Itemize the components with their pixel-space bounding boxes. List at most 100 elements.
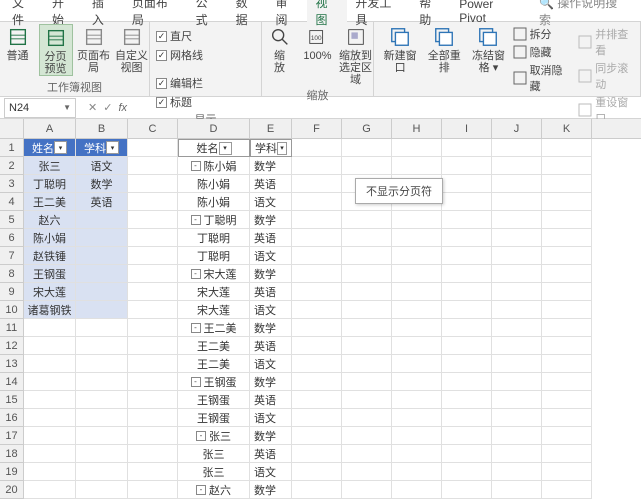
cell-H17[interactable] bbox=[392, 427, 442, 445]
cell-E8[interactable]: 数学 bbox=[250, 265, 292, 283]
cell-J9[interactable] bbox=[492, 283, 542, 301]
cell-J6[interactable] bbox=[492, 229, 542, 247]
cell-I10[interactable] bbox=[442, 301, 492, 319]
cell-I17[interactable] bbox=[442, 427, 492, 445]
cell-A18[interactable] bbox=[24, 445, 76, 463]
col-header-I[interactable]: I bbox=[442, 119, 492, 138]
name-box[interactable]: N24 ▼ bbox=[4, 98, 76, 118]
cell-J4[interactable] bbox=[492, 193, 542, 211]
cell-H10[interactable] bbox=[392, 301, 442, 319]
cell-B15[interactable] bbox=[76, 391, 128, 409]
cell-I8[interactable] bbox=[442, 265, 492, 283]
cell-F1[interactable] bbox=[292, 139, 342, 157]
cell-H1[interactable] bbox=[392, 139, 442, 157]
col-header-K[interactable]: K bbox=[542, 119, 592, 138]
cell-C2[interactable] bbox=[128, 157, 178, 175]
row-header-2[interactable]: 2 bbox=[0, 157, 23, 175]
cell-B14[interactable] bbox=[76, 373, 128, 391]
row-header-3[interactable]: 3 bbox=[0, 175, 23, 193]
cell-C17[interactable] bbox=[128, 427, 178, 445]
cell-D7[interactable]: 丁聪明 bbox=[178, 247, 250, 265]
cell-E11[interactable]: 数学 bbox=[250, 319, 292, 337]
cell-J11[interactable] bbox=[492, 319, 542, 337]
cell-A14[interactable] bbox=[24, 373, 76, 391]
row-header-6[interactable]: 6 bbox=[0, 229, 23, 247]
cell-I6[interactable] bbox=[442, 229, 492, 247]
cell-D10[interactable]: 宋大莲 bbox=[178, 301, 250, 319]
cell-F3[interactable] bbox=[292, 175, 342, 193]
cell-G5[interactable] bbox=[342, 211, 392, 229]
row-header-18[interactable]: 18 bbox=[0, 445, 23, 463]
cell-J1[interactable] bbox=[492, 139, 542, 157]
row-header-15[interactable]: 15 bbox=[0, 391, 23, 409]
cell-F5[interactable] bbox=[292, 211, 342, 229]
cell-C10[interactable] bbox=[128, 301, 178, 319]
cell-C8[interactable] bbox=[128, 265, 178, 283]
cell-K5[interactable] bbox=[542, 211, 592, 229]
cell-B5[interactable] bbox=[76, 211, 128, 229]
cell-E6[interactable]: 英语 bbox=[250, 229, 292, 247]
cell-D6[interactable]: 丁聪明 bbox=[178, 229, 250, 247]
cell-D1[interactable]: 姓名▾ bbox=[178, 139, 250, 157]
cell-A15[interactable] bbox=[24, 391, 76, 409]
cell-F7[interactable] bbox=[292, 247, 342, 265]
cell-D16[interactable]: 王钢蛋 bbox=[178, 409, 250, 427]
cell-G6[interactable] bbox=[342, 229, 392, 247]
cell-I3[interactable] bbox=[442, 175, 492, 193]
cell-E16[interactable]: 语文 bbox=[250, 409, 292, 427]
filter-icon[interactable]: ▾ bbox=[219, 142, 232, 155]
cell-J20[interactable] bbox=[492, 481, 542, 499]
outline-collapse-icon[interactable]: - bbox=[191, 323, 201, 333]
cell-C3[interactable] bbox=[128, 175, 178, 193]
cell-G16[interactable] bbox=[342, 409, 392, 427]
cell-K1[interactable] bbox=[542, 139, 592, 157]
cell-I16[interactable] bbox=[442, 409, 492, 427]
cell-H9[interactable] bbox=[392, 283, 442, 301]
cell-E12[interactable]: 英语 bbox=[250, 337, 292, 355]
cell-I1[interactable] bbox=[442, 139, 492, 157]
cell-E15[interactable]: 英语 bbox=[250, 391, 292, 409]
cell-G15[interactable] bbox=[342, 391, 392, 409]
outline-collapse-icon[interactable]: - bbox=[196, 431, 206, 441]
checkbox-网格线[interactable]: ✓网格线 bbox=[156, 47, 203, 63]
cell-E10[interactable]: 语文 bbox=[250, 301, 292, 319]
cell-H7[interactable] bbox=[392, 247, 442, 265]
cell-H12[interactable] bbox=[392, 337, 442, 355]
cell-B1[interactable]: 学科▾ bbox=[76, 139, 128, 157]
cell-E17[interactable]: 数学 bbox=[250, 427, 292, 445]
cell-A6[interactable]: 陈小娟 bbox=[24, 229, 76, 247]
cell-H20[interactable] bbox=[392, 481, 442, 499]
col-header-D[interactable]: D bbox=[178, 119, 250, 138]
cell-J13[interactable] bbox=[492, 355, 542, 373]
cell-F13[interactable] bbox=[292, 355, 342, 373]
cell-A4[interactable]: 王二美 bbox=[24, 193, 76, 211]
cell-H13[interactable] bbox=[392, 355, 442, 373]
row-header-10[interactable]: 10 bbox=[0, 301, 23, 319]
cell-G11[interactable] bbox=[342, 319, 392, 337]
cell-D9[interactable]: 宋大莲 bbox=[178, 283, 250, 301]
cell-K14[interactable] bbox=[542, 373, 592, 391]
cell-J15[interactable] bbox=[492, 391, 542, 409]
window-side-拆分[interactable]: 拆分 bbox=[513, 26, 569, 42]
cell-J17[interactable] bbox=[492, 427, 542, 445]
cell-C7[interactable] bbox=[128, 247, 178, 265]
outline-collapse-icon[interactable]: - bbox=[191, 269, 201, 279]
row-header-8[interactable]: 8 bbox=[0, 265, 23, 283]
cell-I4[interactable] bbox=[442, 193, 492, 211]
cell-A17[interactable] bbox=[24, 427, 76, 445]
cell-F15[interactable] bbox=[292, 391, 342, 409]
cell-D18[interactable]: 张三 bbox=[178, 445, 250, 463]
col-header-B[interactable]: B bbox=[76, 119, 128, 138]
cell-C19[interactable] bbox=[128, 463, 178, 481]
row-header-20[interactable]: 20 bbox=[0, 481, 23, 499]
cell-J2[interactable] bbox=[492, 157, 542, 175]
cell-J3[interactable] bbox=[492, 175, 542, 193]
cell-C11[interactable] bbox=[128, 319, 178, 337]
window-btn-1[interactable]: 全部重排 bbox=[424, 24, 464, 74]
checkbox-直尺[interactable]: ✓直尺 bbox=[156, 28, 203, 44]
cell-F4[interactable] bbox=[292, 193, 342, 211]
cell-C9[interactable] bbox=[128, 283, 178, 301]
cell-J7[interactable] bbox=[492, 247, 542, 265]
cell-C12[interactable] bbox=[128, 337, 178, 355]
cell-A7[interactable]: 赵铁锤 bbox=[24, 247, 76, 265]
